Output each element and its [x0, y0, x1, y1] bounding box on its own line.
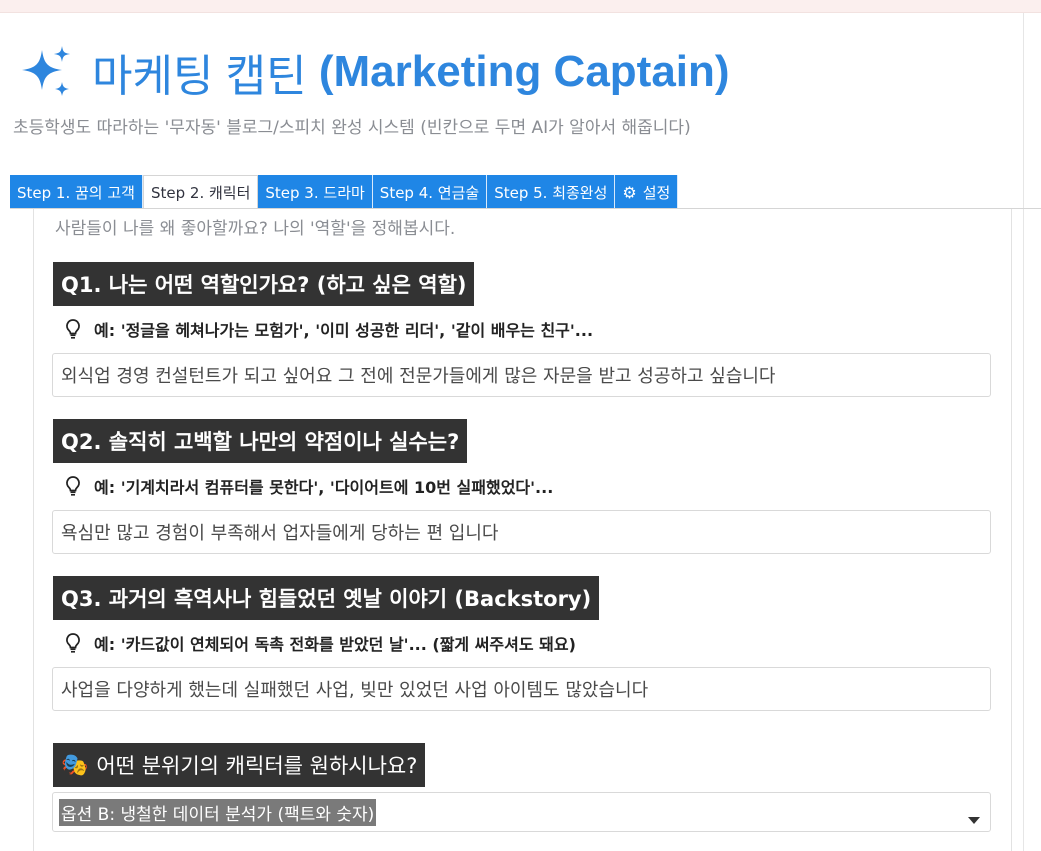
- hint-text: 예: '카드값이 연체되어 독촉 전화를 받았던 날'... (짧게 써주셔도 …: [94, 635, 576, 654]
- tab-label: Step 4. 연금술: [379, 183, 480, 202]
- sparkles-icon: [22, 46, 70, 96]
- question-1-heading: Q1. 나는 어떤 역할인가요? (하고 싶은 역할): [53, 262, 475, 306]
- question-1-answer-input[interactable]: 외식업 경영 컨설턴트가 되고 싶어요 그 전에 전문가들에게 많은 자문을 받…: [52, 353, 991, 397]
- mood-selected-value: 옵션 B: 냉철한 데이터 분석가 (팩트와 숫자): [59, 798, 377, 826]
- tab-label: Step 5. 최종완성: [494, 183, 608, 202]
- tab-label: Step 3. 드라마: [265, 183, 365, 202]
- mood-heading: 🎭 어떤 분위기의 캐릭터를 원하시나요?: [53, 743, 426, 787]
- question-1-hint: 예: '정글을 헤쳐나가는 모험가', '이미 성공한 리더', '같이 배우는…: [64, 317, 593, 341]
- scrollbar-track: [1023, 13, 1024, 851]
- tab-settings[interactable]: ⚙ 설정: [615, 175, 679, 209]
- question-3-answer-input[interactable]: 사업을 다양하게 했는데 실패했던 사업, 빚만 있었던 사업 아이템도 많았습…: [52, 667, 991, 711]
- lightbulb-icon: [66, 476, 80, 496]
- page-title: 마케팅 캡틴 (Marketing Captain): [18, 42, 730, 102]
- tab-step5[interactable]: Step 5. 최종완성: [487, 175, 616, 209]
- tab-label: Step 1. 꿈의 고객: [17, 183, 135, 202]
- tab-step1[interactable]: Step 1. 꿈의 고객: [10, 175, 143, 209]
- question-2-hint: 예: '기계치라서 컴퓨터를 못한다', '다이어트에 10번 실패했었다'..…: [64, 474, 553, 498]
- gear-icon: ⚙: [622, 182, 637, 202]
- question-3-heading: Q3. 과거의 흑역사나 힘들었던 옛날 이야기 (Backstory): [53, 576, 600, 620]
- question-2-heading: Q2. 솔직히 고백할 나만의 약점이나 실수는?: [53, 419, 468, 463]
- question-2-answer-input[interactable]: 욕심만 많고 경험이 부족해서 업자들에게 당하는 편 입니다: [52, 510, 991, 554]
- browser-top-strip: [0, 0, 1041, 13]
- hint-text: 예: '정글을 헤쳐나가는 모험가', '이미 성공한 리더', '같이 배우는…: [94, 321, 594, 340]
- mood-select[interactable]: 옵션 B: 냉철한 데이터 분석가 (팩트와 숫자): [52, 792, 991, 832]
- tab-step4[interactable]: Step 4. 연금술: [372, 175, 488, 209]
- step-tabs: Step 1. 꿈의 고객 Step 2. 캐릭터 Step 3. 드라마 St…: [10, 175, 679, 209]
- lightbulb-icon: [66, 319, 80, 339]
- mood-heading-text: 어떤 분위기의 캐릭터를 원하시나요?: [96, 754, 418, 778]
- tab-label: Step 2. 캐릭터: [150, 184, 251, 202]
- panel-intro: 사람들이 나를 왜 좋아할까요? 나의 '역할'을 정해봅시다.: [55, 219, 456, 239]
- tab-step3[interactable]: Step 3. 드라마: [258, 175, 373, 209]
- title-korean: 마케팅 캡틴: [92, 52, 307, 101]
- tab-step2[interactable]: Step 2. 캐릭터: [142, 175, 259, 209]
- page-subtitle: 초등학생도 따라하는 '무자동' 블로그/스피치 완성 시스템 (빈칸으로 두면…: [13, 118, 691, 138]
- theater-masks-icon: 🎭: [61, 752, 89, 778]
- lightbulb-icon: [66, 633, 80, 653]
- chevron-down-icon: [968, 817, 980, 824]
- hint-text: 예: '기계치라서 컴퓨터를 못한다', '다이어트에 10번 실패했었다'..…: [94, 478, 554, 497]
- tab-label: 설정: [642, 183, 671, 202]
- question-3-hint: 예: '카드값이 연체되어 독촉 전화를 받았던 날'... (짧게 써주셔도 …: [64, 631, 576, 655]
- title-english: (Marketing Captain): [318, 47, 730, 96]
